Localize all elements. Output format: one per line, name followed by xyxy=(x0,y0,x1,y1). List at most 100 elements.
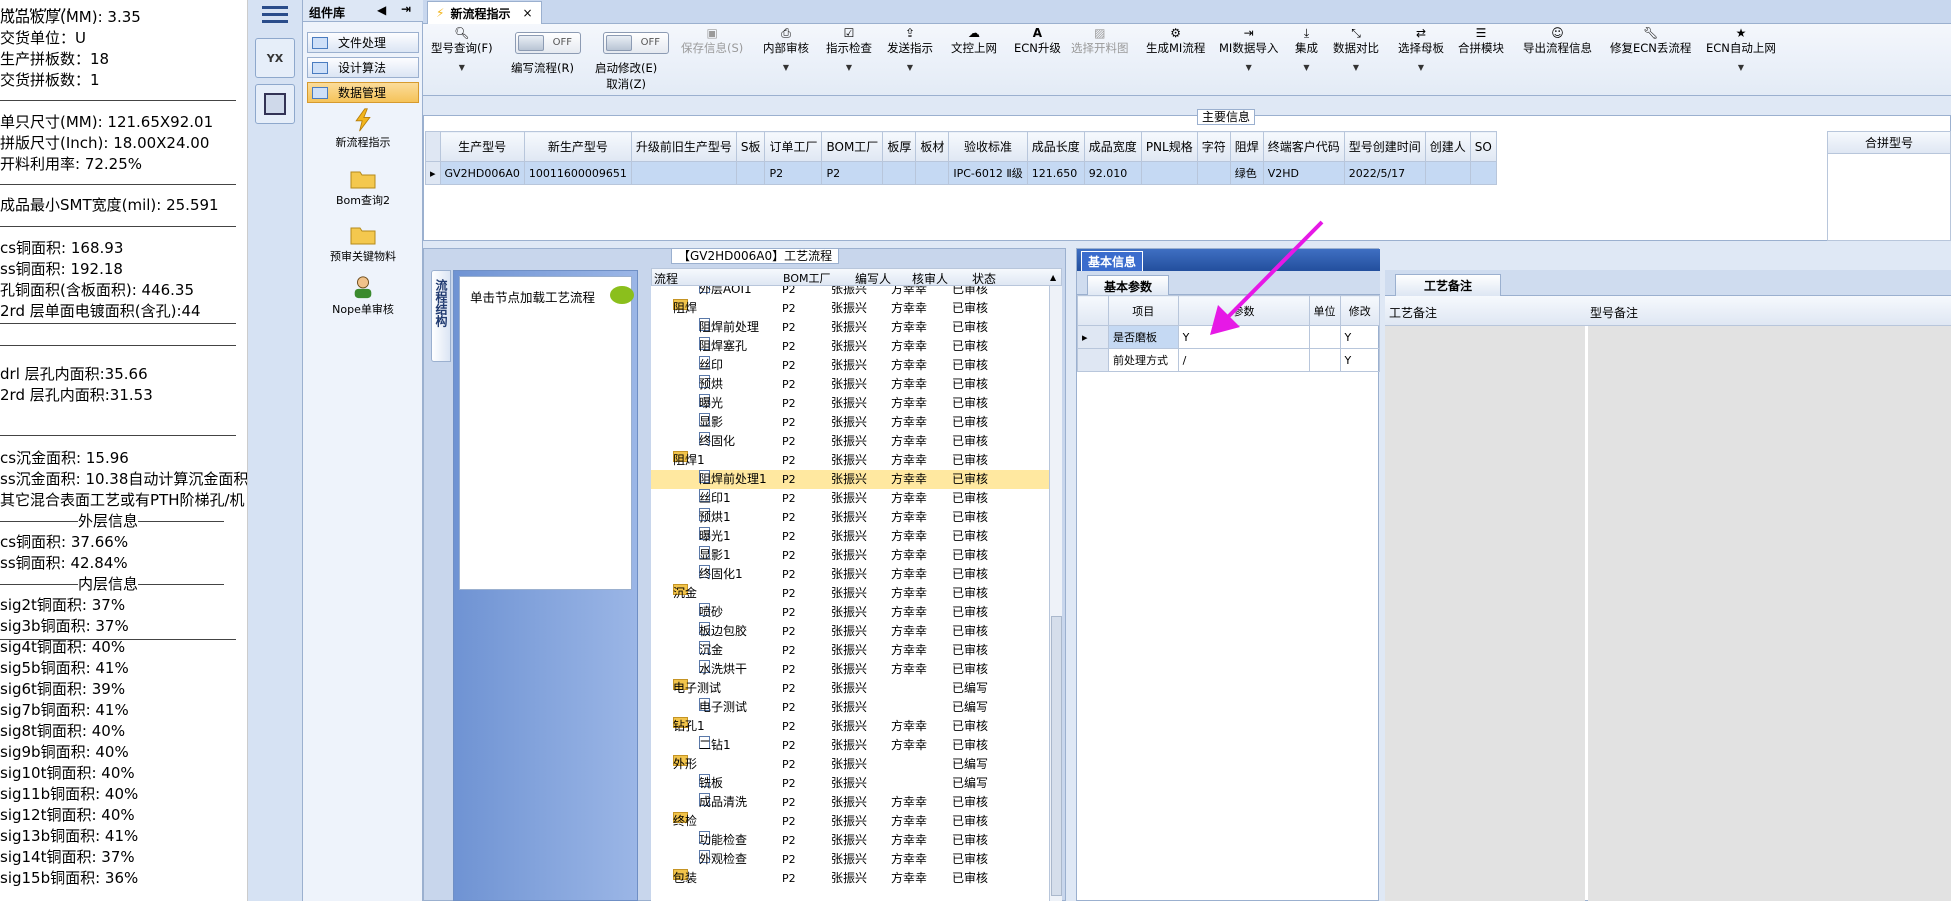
upload-web-button[interactable]: ☁ 文控上网 xyxy=(951,26,997,56)
tab-new-flow[interactable]: ⚡ 新流程指示 × xyxy=(427,1,542,24)
tool-bom-query[interactable]: Bom查询2 xyxy=(303,166,423,208)
main-col-header[interactable]: 板厚 xyxy=(882,131,917,162)
main-col-header[interactable]: 创建人 xyxy=(1424,131,1471,162)
main-cell[interactable]: P2 xyxy=(764,161,823,185)
tree-row[interactable]: 外层AOI1 P2 张振兴 方幸幸 已审核 xyxy=(651,286,1049,299)
main-col-header[interactable]: 升级前旧生产型号 xyxy=(630,131,737,162)
tree-row[interactable]: 电子测试 P2 张振兴 已编写 xyxy=(651,698,1049,717)
main-col-header[interactable]: 板材 xyxy=(915,131,950,162)
fix-ecn-button[interactable]: 🔧︎ 修复ECN丢流程 xyxy=(1610,26,1691,56)
model-query-button[interactable]: 🔍︎ 型号查询(F) ▼ xyxy=(431,26,493,76)
library-item-data[interactable]: 数据管理 xyxy=(307,82,419,103)
tree-row[interactable]: 丝印1 P2 张振兴 方幸幸 已审核 xyxy=(651,489,1049,508)
speech-bubble-icon[interactable] xyxy=(610,286,634,304)
main-col-header[interactable]: 订单工厂 xyxy=(764,131,823,162)
main-cell[interactable]: 绿色 xyxy=(1229,161,1264,185)
tab-process-notes[interactable]: 工艺备注 xyxy=(1395,274,1502,296)
main-cell[interactable]: IPC-6012 Ⅱ级 xyxy=(948,161,1028,185)
tree-row[interactable]: 喷砂 P2 张振兴 方幸幸 已审核 xyxy=(651,603,1049,622)
main-cell[interactable] xyxy=(1196,161,1231,185)
tab-flow-structure[interactable]: 流程结构 xyxy=(431,270,451,362)
pin-icon[interactable]: ⇥ xyxy=(401,2,411,16)
tree-row[interactable]: 阻焊前处理 P2 张振兴 方幸幸 已审核 xyxy=(651,318,1049,337)
main-col-header[interactable]: 成品长度 xyxy=(1026,131,1085,162)
main-cell[interactable]: 92.010 xyxy=(1083,161,1142,185)
tree-row[interactable]: 显影 P2 张振兴 方幸幸 已审核 xyxy=(651,413,1049,432)
yx-app-button[interactable]: YX xyxy=(255,38,295,78)
main-cell[interactable] xyxy=(630,161,737,185)
library-item-design[interactable]: 设计算法 xyxy=(307,57,419,78)
main-col-header[interactable]: SO xyxy=(1469,131,1497,162)
main-col-header[interactable]: 型号创建时间 xyxy=(1343,131,1426,162)
main-cell[interactable] xyxy=(1469,161,1497,185)
tree-scrollbar[interactable] xyxy=(1049,286,1062,901)
main-cell[interactable]: V2HD xyxy=(1262,161,1345,185)
main-col-header[interactable]: 生产型号 xyxy=(439,131,525,162)
tree-row[interactable]: 阻焊塞孔 P2 张振兴 方幸幸 已审核 xyxy=(651,337,1049,356)
main-cell[interactable]: 10011600009651 xyxy=(523,161,632,185)
param-row[interactable]: ▸ 是否磨板 Y Y xyxy=(1077,325,1380,349)
tree-row[interactable]: 沉金 P2 张振兴 方幸幸 已审核 xyxy=(651,641,1049,660)
tab-basic-params[interactable]: 基本参数 xyxy=(1087,275,1170,297)
main-cell[interactable] xyxy=(1424,161,1471,185)
generate-mi-button[interactable]: ⚙ 生成MI流程 xyxy=(1146,26,1205,56)
main-col-header[interactable]: 新生产型号 xyxy=(523,131,632,162)
tree-row[interactable]: 曝光 P2 张振兴 方幸幸 已审核 xyxy=(651,394,1049,413)
tree-row[interactable]: 二钻1 P2 张振兴 方幸幸 已审核 xyxy=(651,736,1049,755)
upgrade-modify-toggle[interactable]: OFF xyxy=(603,32,669,54)
select-panel-button[interactable]: ▨ 选择开料图 xyxy=(1071,26,1129,56)
main-cell[interactable] xyxy=(915,161,950,185)
tree-row[interactable]: 显影1 P2 张振兴 方幸幸 已审核 xyxy=(651,546,1049,565)
tree-row[interactable]: −钻孔1P2张振兴方幸幸已审核 xyxy=(651,717,1049,736)
main-cell[interactable]: GV2HD006A0 xyxy=(439,161,525,185)
internal-review-button[interactable]: ⎙ 内部审核 ▼ xyxy=(763,26,809,76)
tree-row[interactable]: −外形P2张振兴已编写 xyxy=(651,755,1049,774)
main-col-header[interactable]: 终端客户代码 xyxy=(1262,131,1345,162)
tool-prereview[interactable]: 预审关键物料 xyxy=(303,222,423,264)
tree-row[interactable]: −包装P2张振兴方幸幸已审核 xyxy=(651,869,1049,888)
scroll-up-icon[interactable]: ▲ xyxy=(1050,273,1056,282)
ecn-upgrade-button[interactable]: A ECN升级 xyxy=(1014,26,1061,56)
param-cell[interactable]: 是否磨板 xyxy=(1107,325,1179,349)
main-col-header[interactable]: S板 xyxy=(735,131,766,162)
param-cell[interactable] xyxy=(1308,348,1341,372)
main-col-header[interactable]: 验收标准 xyxy=(948,131,1028,162)
collapse-left-icon[interactable]: ◀ xyxy=(377,3,386,17)
process-notes-field[interactable] xyxy=(1385,326,1585,901)
param-cell[interactable]: / xyxy=(1177,348,1310,372)
tree-row[interactable]: 曝光1 P2 张振兴 方幸幸 已审核 xyxy=(651,527,1049,546)
send-indicator-button[interactable]: ⇪ 发送指示 ▼ xyxy=(887,26,933,76)
calculator-icon[interactable] xyxy=(255,84,295,124)
tree-row[interactable]: 终固化 P2 张振兴 方幸幸 已审核 xyxy=(651,432,1049,451)
param-cell[interactable]: 前处理方式 xyxy=(1107,348,1179,372)
main-cell[interactable] xyxy=(882,161,917,185)
tool-nope-review[interactable]: Nope单审核 xyxy=(303,275,423,317)
export-flow-button[interactable]: ☺ 导出流程信息 xyxy=(1523,26,1592,56)
data-compare-button[interactable]: ⤡ 数据对比 ▼ xyxy=(1333,26,1379,76)
save-info-button[interactable]: ▣ 保存信息(S) xyxy=(681,26,743,56)
tree-row[interactable]: 丝印 P2 张振兴 方幸幸 已审核 xyxy=(651,356,1049,375)
merge-button[interactable]: ⤓ 集成 ▼ xyxy=(1295,26,1318,76)
tree-row[interactable]: 水洗烘干 P2 张振兴 方幸幸 已审核 xyxy=(651,660,1049,679)
main-cell[interactable] xyxy=(1140,161,1198,185)
ecn-auto-button[interactable]: ★ ECN自动上网 ▼ xyxy=(1706,26,1776,76)
main-cell[interactable]: 2022/5/17 xyxy=(1343,161,1426,185)
close-icon[interactable]: × xyxy=(522,6,532,20)
indicator-check-button[interactable]: ☑ 指示检查 ▼ xyxy=(826,26,872,76)
write-flow-toggle[interactable]: OFF xyxy=(515,32,581,54)
main-col-header[interactable]: 阻焊 xyxy=(1229,131,1264,162)
tree-row[interactable]: −终检P2张振兴方幸幸已审核 xyxy=(651,812,1049,831)
tree-row[interactable]: 预烘 P2 张振兴 方幸幸 已审核 xyxy=(651,375,1049,394)
tree-row[interactable]: −电子测试P2张振兴已编写 xyxy=(651,679,1049,698)
tree-row[interactable]: 铣板 P2 张振兴 已编写 xyxy=(651,774,1049,793)
tree-row[interactable]: 阻焊前处理1 P2 张振兴 方幸幸 已审核 xyxy=(651,470,1049,489)
main-col-header[interactable]: 成品宽度 xyxy=(1083,131,1142,162)
tree-row[interactable]: 板边包胶 P2 张振兴 方幸幸 已审核 xyxy=(651,622,1049,641)
library-item-file[interactable]: 文件处理 xyxy=(307,32,419,53)
tree-row[interactable]: 功能检查 P2 张振兴 方幸幸 已审核 xyxy=(651,831,1049,850)
scrollbar-thumb[interactable] xyxy=(1051,616,1062,896)
merge-module-button[interactable]: ☰ 合拼模块 xyxy=(1458,26,1504,56)
select-mother-button[interactable]: ⇄ 选择母板 ▼ xyxy=(1398,26,1444,76)
model-notes-field[interactable] xyxy=(1588,326,1951,901)
tree-row[interactable]: −沉金P2张振兴方幸幸已审核 xyxy=(651,584,1049,603)
